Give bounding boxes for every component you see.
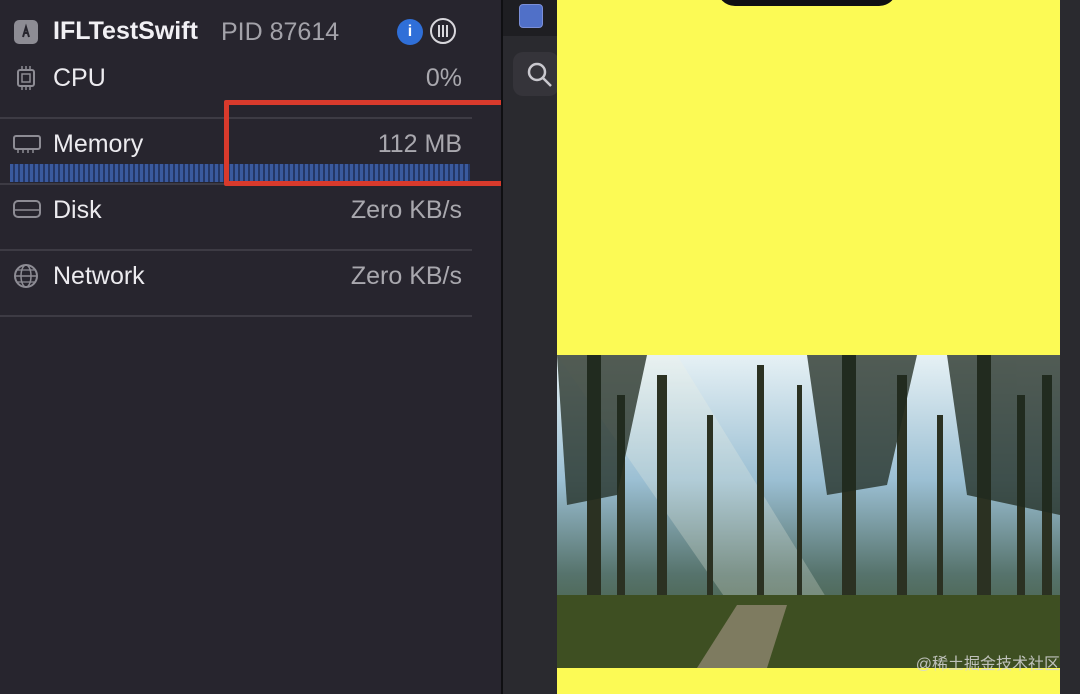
cpu-chip-icon — [17, 66, 35, 90]
device-notch — [717, 0, 897, 6]
forest-image — [557, 355, 1060, 668]
search-icon — [527, 62, 552, 87]
editor-right-edge — [1060, 0, 1080, 694]
gauge-value: 0% — [425, 64, 462, 92]
row-divider — [0, 315, 472, 317]
threads-icon — [438, 25, 448, 37]
gauge-value: Zero KB/s — [350, 262, 462, 290]
process-pid: PID 87614 — [221, 18, 340, 46]
editor-tab-bar — [503, 0, 558, 36]
search-field[interactable] — [513, 52, 559, 96]
disk-icon — [13, 200, 41, 218]
memory-icon — [13, 135, 41, 153]
simulator-screen[interactable] — [557, 0, 1060, 694]
process-header[interactable]: IFLTestSwift PID 87614 i — [0, 10, 480, 54]
info-icon: i — [407, 23, 413, 40]
editor-area — [503, 0, 559, 694]
gauge-value: Zero KB/s — [350, 196, 462, 224]
gauge-label: CPU — [53, 64, 106, 92]
app-store-icon[interactable] — [519, 4, 543, 28]
globe-icon — [14, 264, 38, 288]
app-store-icon — [14, 20, 38, 44]
watermark-text: @稀土掘金技术社区 — [915, 656, 1060, 673]
gauge-label: Network — [53, 262, 145, 290]
gauge-label: Memory — [53, 130, 144, 158]
threads-button[interactable] — [430, 18, 456, 44]
info-button[interactable]: i — [397, 19, 423, 45]
gauge-label: Disk — [53, 196, 102, 224]
gauge-row-network[interactable]: Network Zero KB/s — [0, 250, 480, 316]
memory-highlight-box — [224, 100, 530, 186]
process-name: IFLTestSwift — [53, 17, 198, 45]
gauge-row-disk[interactable]: Disk Zero KB/s — [0, 184, 480, 250]
